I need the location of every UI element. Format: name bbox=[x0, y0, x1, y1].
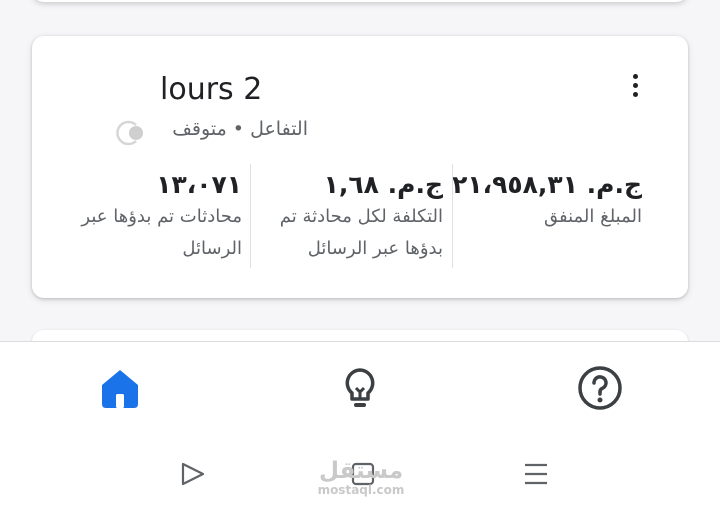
metric-label: المبلغ المنفق bbox=[543, 206, 642, 227]
menu-lines-icon[interactable] bbox=[522, 461, 550, 487]
status-label: التفاعل bbox=[250, 118, 308, 140]
help-icon[interactable] bbox=[576, 364, 624, 412]
home-icon[interactable] bbox=[96, 364, 144, 412]
metric-divider bbox=[452, 164, 453, 268]
more-options-icon[interactable] bbox=[623, 74, 647, 104]
metric-amount-spent: ج.م. ٢١،٩٥٨,٣١ المبلغ المنفق bbox=[452, 170, 642, 268]
metric-value: ١٣،٠٧١ bbox=[156, 170, 242, 199]
metric-divider bbox=[250, 164, 251, 268]
metric-label: التكلفة لكل محادثة تم بدؤها عبر الرسائل bbox=[279, 206, 443, 259]
watermark-latin: mostaql.com bbox=[317, 483, 405, 497]
campaign-card[interactable]: lours 2 التفاعل • متوقف ج.م. ٢١،٩٥٨,٣١ ا… bbox=[32, 36, 688, 298]
metric-label: محادثات تم بدؤها عبر الرسائل bbox=[81, 206, 242, 259]
status-toggle-icon[interactable] bbox=[114, 118, 144, 148]
back-triangle-icon[interactable] bbox=[180, 461, 206, 487]
watermark-arabic: مستقل bbox=[318, 458, 404, 484]
status-value: متوقف bbox=[172, 118, 227, 140]
campaign-status: التفاعل • متوقف bbox=[172, 118, 308, 140]
metric-cost-per-conversation: ج.م. ١,٦٨ التكلفة لكل محادثة تم بدؤها عب… bbox=[259, 170, 443, 268]
previous-campaign-card[interactable] bbox=[32, 0, 688, 2]
campaign-name: lours 2 bbox=[160, 72, 263, 107]
watermark: مستقل mostaql.com bbox=[316, 459, 406, 497]
metric-conversations-started: ١٣،٠٧١ محادثات تم بدؤها عبر الرسائل bbox=[56, 170, 242, 268]
status-separator: • bbox=[232, 118, 245, 140]
metric-value: ج.م. ١,٦٨ bbox=[323, 170, 443, 199]
metric-value: ج.م. ٢١،٩٥٨,٣١ bbox=[452, 170, 642, 199]
lightbulb-icon[interactable] bbox=[336, 364, 384, 412]
